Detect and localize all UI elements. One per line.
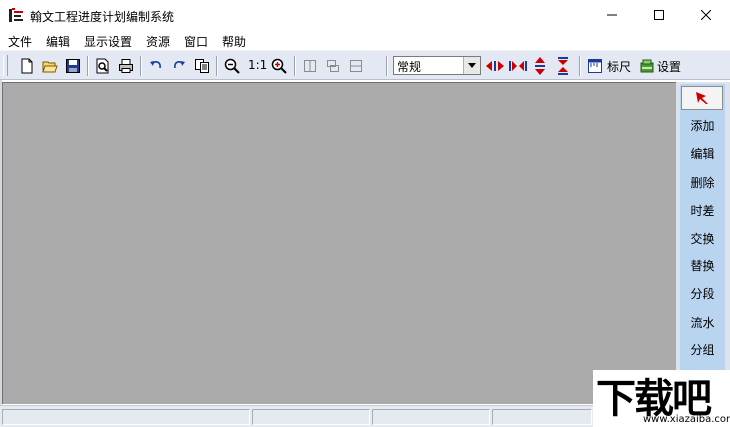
- print-preview-icon: [96, 58, 109, 74]
- zoom-out-icon: [224, 58, 240, 74]
- print-preview-button[interactable]: [93, 56, 113, 76]
- view-mode-value: 常规: [397, 60, 422, 74]
- settings-button[interactable]: [637, 56, 657, 76]
- gantt-workspace[interactable]: [2, 82, 676, 404]
- expand-vertical-icon: [535, 57, 545, 75]
- menu-edit[interactable]: 编辑: [46, 33, 70, 50]
- status-pane-main: [2, 409, 250, 425]
- view-mode-select[interactable]: 常规: [393, 56, 481, 75]
- chevron-down-icon[interactable]: [463, 57, 480, 74]
- ruler-button[interactable]: [585, 56, 605, 76]
- pointer-tool-button[interactable]: [681, 86, 723, 110]
- open-button[interactable]: [40, 56, 60, 76]
- ruler-icon: [588, 59, 602, 73]
- swap-button[interactable]: 交换: [680, 227, 725, 251]
- save-button[interactable]: [63, 56, 83, 76]
- status-pane-3: [372, 409, 490, 425]
- segment-button[interactable]: 分段: [680, 282, 725, 306]
- add-button[interactable]: 添加: [680, 114, 725, 138]
- collapse-vertical-button[interactable]: [553, 56, 573, 76]
- menu-window[interactable]: 窗口: [184, 33, 208, 50]
- copy-button[interactable]: [192, 56, 212, 76]
- undo-icon: [150, 61, 161, 69]
- maximize-icon: [654, 10, 664, 20]
- collapse-vertical-icon: [558, 57, 568, 75]
- zoom-in-button[interactable]: [269, 56, 289, 76]
- menu-bar: 文件 编辑 显示设置 资源 窗口 帮助: [0, 30, 730, 50]
- print-icon: [119, 59, 133, 73]
- window-title: 翰文工程进度计划编制系统: [30, 10, 175, 24]
- watermark-url: www.xiazaiba.com: [643, 414, 730, 425]
- replace-button[interactable]: 替换: [680, 254, 725, 278]
- delete-button[interactable]: 删除: [680, 171, 725, 195]
- new-file-button[interactable]: [17, 56, 37, 76]
- expand-horizontal-button[interactable]: [485, 56, 505, 76]
- app-logo-icon: [8, 7, 24, 23]
- close-button[interactable]: [683, 0, 729, 30]
- layout-split-button[interactable]: [300, 56, 320, 76]
- open-folder-icon: [42, 61, 58, 73]
- pointer-arrow-icon: [696, 92, 708, 104]
- title-bar: 翰文工程进度计划编制系统: [0, 0, 730, 30]
- group-button[interactable]: 分组: [680, 338, 725, 362]
- zoom-1to1-button[interactable]: 1:1: [248, 58, 267, 72]
- redo-icon: [174, 61, 185, 69]
- minimize-icon: [607, 14, 617, 16]
- menu-file[interactable]: 文件: [8, 33, 32, 50]
- layout-cascade-icon: [327, 60, 339, 72]
- expand-vertical-button[interactable]: [530, 56, 550, 76]
- settings-icon: [640, 59, 654, 73]
- watermark: 下载吧 www.xiazaiba.com: [593, 370, 730, 427]
- ruler-label[interactable]: 标尺: [607, 58, 631, 75]
- zoom-in-icon: [271, 58, 287, 74]
- save-icon: [66, 59, 80, 73]
- side-tool-panel: 添加 编辑 删除 时差 交换 替换 分段 流水 分组: [676, 82, 730, 404]
- redo-button[interactable]: [169, 56, 189, 76]
- menu-display-settings[interactable]: 显示设置: [84, 33, 132, 50]
- zoom-out-button[interactable]: [222, 56, 242, 76]
- menu-resources[interactable]: 资源: [146, 33, 170, 50]
- maximize-button[interactable]: [636, 0, 682, 30]
- time-difference-button[interactable]: 时差: [680, 199, 725, 223]
- print-button[interactable]: [116, 56, 136, 76]
- copy-icon: [195, 59, 209, 73]
- undo-button[interactable]: [146, 56, 166, 76]
- layout-stack-icon: [350, 60, 362, 72]
- settings-label[interactable]: 设置: [657, 58, 681, 75]
- minimize-button[interactable]: [589, 0, 635, 30]
- toolbar: 1:1 常规 标尺 设置: [0, 50, 730, 80]
- layout-cascade-button[interactable]: [323, 56, 343, 76]
- pipeline-button[interactable]: 流水: [680, 311, 725, 335]
- layout-split-icon: [304, 60, 316, 72]
- status-pane-2: [252, 409, 370, 425]
- new-file-icon: [21, 58, 33, 74]
- edit-button[interactable]: 编辑: [680, 142, 725, 166]
- collapse-horizontal-button[interactable]: [508, 56, 528, 76]
- menu-help[interactable]: 帮助: [222, 33, 246, 50]
- collapse-horizontal-icon: [509, 61, 527, 71]
- expand-horizontal-icon: [486, 61, 504, 71]
- close-icon: [701, 10, 711, 20]
- layout-stack-button[interactable]: [346, 56, 366, 76]
- toolbar-grip[interactable]: [3, 55, 8, 76]
- status-pane-4: [492, 409, 592, 425]
